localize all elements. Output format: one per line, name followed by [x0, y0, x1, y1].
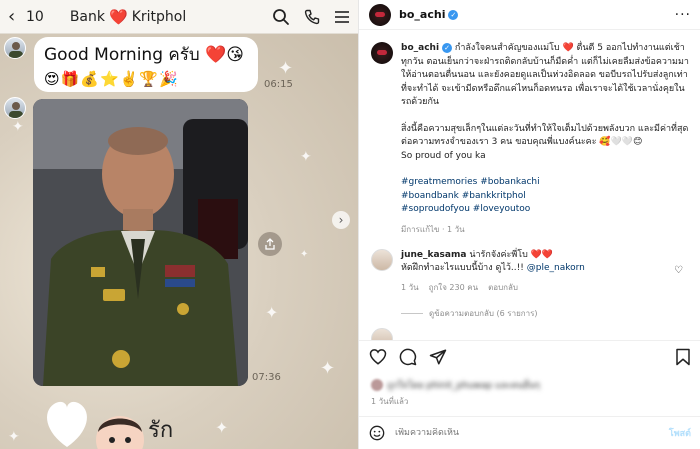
- background-star: ✦: [8, 429, 20, 445]
- background-star: ✦: [320, 358, 336, 379]
- comment-like-heart-icon[interactable]: ♡: [674, 265, 683, 276]
- caption-text-2: สิ่งนี้คือความสุขเล็กๆในแต่ละวันที่ทำให้…: [401, 123, 689, 148]
- background-star: ✦: [278, 58, 294, 79]
- background-star: ✦: [300, 149, 312, 165]
- hashtags-line-1[interactable]: #greatmemories #bobankachi: [401, 176, 691, 190]
- emoji-smiley-icon[interactable]: [369, 425, 385, 441]
- replies-divider: [401, 313, 423, 314]
- post-header: bo_achi ✓ ···: [359, 0, 700, 30]
- hashtags-line-3[interactable]: #soproudofyou #loveyoutoo: [401, 203, 691, 217]
- share-button[interactable]: [258, 232, 282, 256]
- author-avatar[interactable]: [369, 3, 391, 26]
- post-caption: bo_achi ✓ กำลังใจคนสำคัญของแม่โบ ❤️ ตื่นต…: [371, 42, 691, 236]
- comment-text: น่ารักจังค่ะพี่โบ ❤️❤️: [469, 250, 554, 260]
- author-username[interactable]: bo_achi ✓: [399, 8, 459, 21]
- message-text: Good Morning ครับ ❤️😘: [44, 45, 244, 65]
- chat-title-right: Kritphol: [131, 8, 187, 25]
- caption-meta: มีการแก้ไข · 1 วัน: [401, 224, 465, 234]
- background-star: ✦: [215, 418, 229, 437]
- post-comment-button[interactable]: โพสต์: [669, 426, 691, 440]
- comment-time: 1 วัน: [401, 283, 419, 292]
- chat-title-heart: ❤️: [109, 7, 128, 26]
- background-star: ✦: [12, 119, 24, 135]
- officer-photo: [33, 99, 248, 386]
- sender-avatar[interactable]: [4, 97, 26, 119]
- view-replies-link[interactable]: ดูข้อความตอบกลับ (6 รายการ): [401, 307, 538, 320]
- like-heart-icon[interactable]: [369, 348, 387, 366]
- sender-avatar[interactable]: [4, 37, 26, 59]
- instagram-post-panel: bo_achi ✓ ··· bo_achi ✓ กำลังใจคนสำคัญของแ…: [358, 0, 700, 449]
- save-bookmark-icon[interactable]: [675, 348, 691, 366]
- share-icon: [265, 238, 275, 250]
- phone-icon[interactable]: [304, 9, 320, 25]
- message-emoji-row: 😍🎁💰⭐✌️🏆🎉: [44, 70, 179, 88]
- comment-item: june_kasama น่ารักจังค่ะพี่โบ ❤️❤️ หัดฝึ…: [371, 249, 691, 294]
- verified-badge-icon: ✓: [448, 10, 459, 20]
- chat-header: ‹ 10 Bank ❤️ Kritphol: [0, 0, 358, 34]
- back-chevron-icon[interactable]: ‹: [8, 6, 22, 27]
- likes-summary[interactable]: ถูกใจโดย phinit_phuwap และคนอื่นๆ: [371, 378, 540, 392]
- comment-bubble-icon[interactable]: [399, 348, 417, 366]
- caption-avatar[interactable]: [371, 42, 393, 64]
- post-date: 1 วันที่แล้ว: [371, 397, 409, 406]
- add-comment-bar: โพสต์: [359, 416, 700, 449]
- verified-badge-icon: ✓: [442, 42, 453, 53]
- header-actions: [272, 8, 350, 26]
- sticker-text: รัก: [148, 418, 174, 443]
- comment-likes[interactable]: ถูกใจ 230 คน: [429, 281, 478, 294]
- message-bubble[interactable]: Good Morning ครับ ❤️😘 😍🎁💰⭐✌️🏆🎉: [34, 37, 258, 92]
- menu-icon[interactable]: [334, 9, 350, 25]
- photo-time: 07:36: [252, 372, 281, 383]
- comment-mention[interactable]: @ple_nakorn: [527, 263, 585, 273]
- likes-summary-text: ถูกใจโดย phinit_phuwap และคนอื่นๆ: [387, 381, 540, 391]
- commenter-username[interactable]: june_kasama: [401, 250, 466, 260]
- next-chevron-icon[interactable]: ›: [332, 211, 350, 229]
- view-replies-label: ดูข้อความตอบกลับ (6 รายการ): [429, 309, 538, 318]
- chat-title-left: Bank: [69, 8, 105, 25]
- post-actions-bar: [359, 340, 700, 372]
- commenter-avatar[interactable]: [371, 328, 393, 340]
- search-icon[interactable]: [272, 8, 290, 26]
- unread-count[interactable]: 10: [26, 9, 44, 25]
- line-chat-panel: ✦ ✦ ✦ ✦ ✦ ✦ ✦ ✦ ‹ 10 Bank ❤️ Kritphol Go…: [0, 0, 358, 449]
- comment-reply-button[interactable]: ตอบกลับ: [488, 281, 518, 294]
- liker-avatar: [371, 379, 383, 391]
- commenter-avatar[interactable]: [371, 249, 393, 271]
- add-comment-input[interactable]: [395, 428, 635, 438]
- comment-text-2: หัดฝึกทำอะไรแบบนี้บ้าง ดูไว้..!!: [401, 263, 524, 273]
- comment-meta: 1 วัน ถูกใจ 230 คน ตอบกลับ: [401, 281, 673, 294]
- background-star: ✦: [300, 249, 309, 260]
- share-paper-plane-icon[interactable]: [429, 348, 447, 366]
- comment-item-partial: [371, 328, 691, 340]
- photo-message[interactable]: [33, 99, 248, 386]
- caption-text-3: So proud of you ka: [401, 150, 486, 161]
- caption-username[interactable]: bo_achi ✓: [401, 42, 453, 53]
- more-options-icon[interactable]: ···: [675, 7, 691, 23]
- hashtags-line-2[interactable]: #boandbank #bankkritphol: [401, 190, 691, 204]
- background-star: ✦: [265, 303, 279, 322]
- message-time: 06:15: [264, 79, 293, 90]
- chat-title: Bank ❤️ Kritphol: [70, 8, 186, 26]
